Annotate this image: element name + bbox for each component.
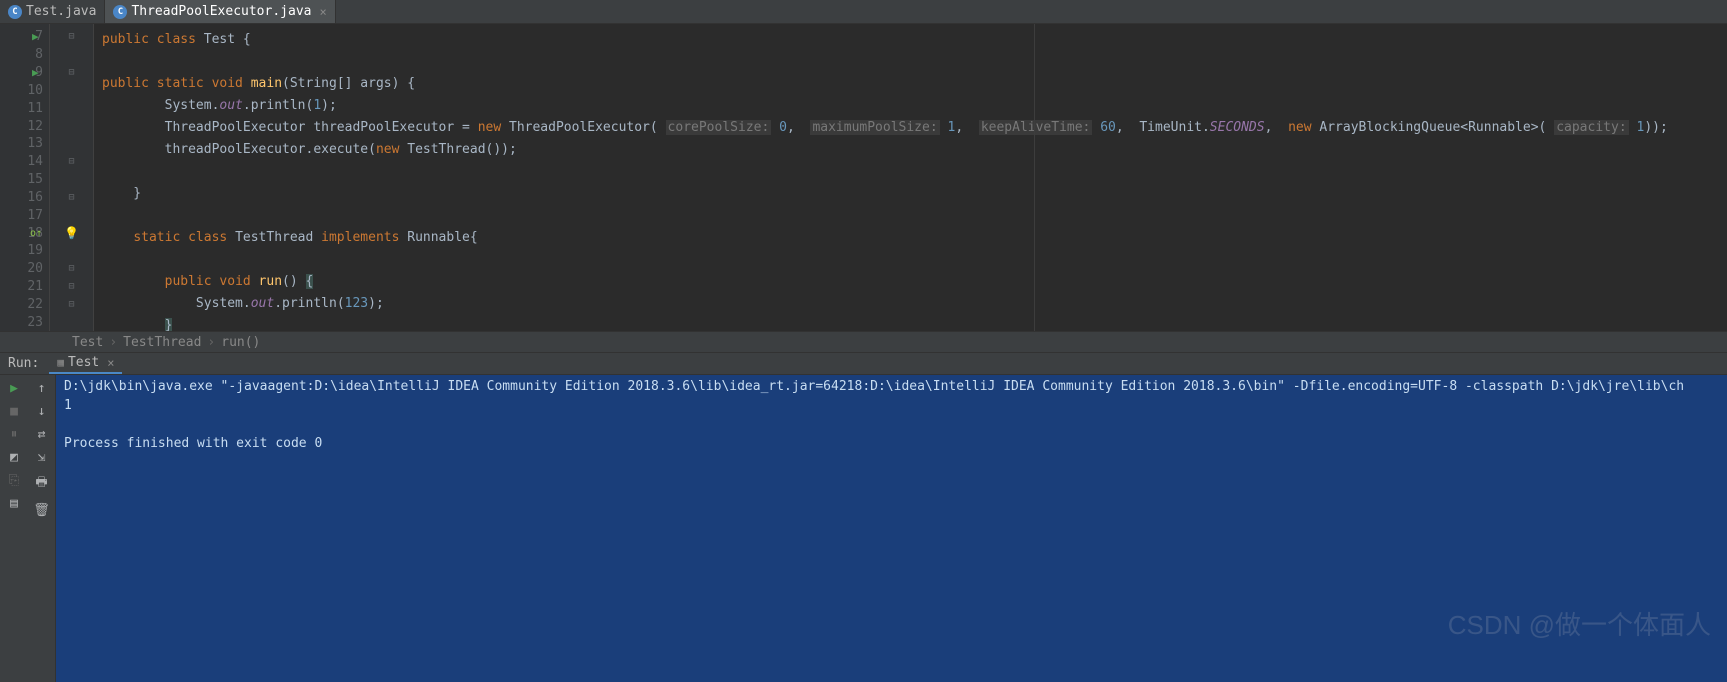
line-number: 23 bbox=[27, 315, 43, 330]
tab-test-java[interactable]: C Test.java bbox=[0, 0, 105, 23]
stop-icon[interactable]: ■ bbox=[10, 404, 18, 419]
scroll-icon[interactable]: ⇲ bbox=[38, 450, 46, 465]
trash-icon[interactable]: 🗑 bbox=[33, 503, 50, 518]
override-icon[interactable]: o↑ bbox=[30, 228, 42, 239]
tab-threadpoolexecutor-java[interactable]: C ThreadPoolExecutor.java × bbox=[105, 0, 335, 23]
run-panel-body: ▶ ■ ⏸ ◩ ⎘ ▤ ↑ ↓ ⇄ ⇲ 🖶 🗑 D:\jdk\bin\java.… bbox=[0, 375, 1727, 682]
run-gutter-icon[interactable]: ▶ bbox=[32, 66, 39, 79]
line-number: 21 bbox=[27, 279, 43, 294]
line-number: 16 bbox=[27, 190, 43, 205]
crumb-test[interactable]: Test bbox=[72, 335, 103, 350]
tab-label: ThreadPoolExecutor.java bbox=[131, 4, 311, 19]
line-number: 10 bbox=[27, 83, 43, 98]
intention-bulb-icon[interactable]: 💡 bbox=[64, 226, 79, 240]
code-area[interactable]: public class Test { public static void m… bbox=[94, 24, 1727, 331]
editor-tabs: C Test.java C ThreadPoolExecutor.java × bbox=[0, 0, 1727, 24]
console-line: D:\jdk\bin\java.exe "-javaagent:D:\idea\… bbox=[64, 379, 1719, 398]
line-number: 8 bbox=[35, 47, 43, 62]
close-icon[interactable]: × bbox=[319, 5, 326, 19]
down-icon[interactable]: ↓ bbox=[38, 404, 46, 419]
line-number: 22 bbox=[27, 297, 43, 312]
pause-icon[interactable]: ⏸ bbox=[11, 427, 18, 442]
print-icon[interactable]: 🖶 bbox=[35, 473, 47, 495]
editor: 7▶ 8 9▶ 10 11 12 13 14 15 16 17 18o↑ 19 … bbox=[0, 24, 1727, 331]
up-icon[interactable]: ↑ bbox=[38, 381, 46, 396]
fold-icon[interactable]: ⊟ bbox=[68, 31, 74, 42]
fold-gutter: ⊟ ⊟ ⊟ ⊟ 💡 ⊟ ⊟ ⊟ bbox=[50, 24, 94, 331]
class-icon: C bbox=[8, 5, 22, 19]
run-tab-test[interactable]: ▦ Test × bbox=[49, 353, 122, 374]
fold-end-icon[interactable]: ⊟ bbox=[68, 281, 74, 292]
line-number: 19 bbox=[27, 243, 43, 258]
tab-label: Test.java bbox=[26, 4, 96, 19]
line-number: 20 bbox=[27, 261, 43, 276]
fold-icon[interactable]: ⊟ bbox=[68, 192, 74, 203]
crumb-testthread[interactable]: TestThread bbox=[123, 335, 201, 350]
run-toolbar-right: ↑ ↓ ⇄ ⇲ 🖶 🗑 bbox=[28, 375, 56, 682]
camera-icon[interactable]: ◩ bbox=[10, 450, 18, 465]
console-output[interactable]: D:\jdk\bin\java.exe "-javaagent:D:\idea\… bbox=[56, 375, 1727, 682]
run-gutter-icon[interactable]: ▶ bbox=[32, 30, 39, 43]
run-panel-header: Run: ▦ Test × bbox=[0, 353, 1727, 375]
console-line: 1 bbox=[64, 398, 1719, 417]
console-line bbox=[64, 417, 1719, 436]
line-number: 12 bbox=[27, 119, 43, 134]
line-number: 17 bbox=[27, 208, 43, 223]
run-toolbar-left: ▶ ■ ⏸ ◩ ⎘ ▤ bbox=[0, 375, 28, 682]
run-label: Run: bbox=[8, 356, 39, 371]
line-number: 13 bbox=[27, 136, 43, 151]
exit-icon[interactable]: ⎘ bbox=[9, 473, 19, 488]
fold-end-icon[interactable]: ⊟ bbox=[68, 156, 74, 167]
right-margin-line bbox=[1034, 24, 1035, 331]
class-icon: C bbox=[113, 5, 127, 19]
wrap-icon[interactable]: ⇄ bbox=[38, 427, 46, 442]
chevron-right-icon: › bbox=[207, 335, 215, 350]
chevron-right-icon: › bbox=[109, 335, 117, 350]
close-icon[interactable]: × bbox=[107, 356, 114, 370]
line-number-gutter: 7▶ 8 9▶ 10 11 12 13 14 15 16 17 18o↑ 19 … bbox=[0, 24, 50, 331]
rerun-icon[interactable]: ▶ bbox=[10, 381, 18, 396]
line-number: 11 bbox=[27, 101, 43, 116]
application-icon: ▦ bbox=[57, 356, 64, 369]
crumb-run[interactable]: run() bbox=[221, 335, 260, 350]
fold-end-icon[interactable]: ⊟ bbox=[68, 299, 74, 310]
fold-end-icon[interactable]: ⊟ bbox=[68, 263, 74, 274]
run-tab-label: Test bbox=[68, 355, 99, 370]
console-line: Process finished with exit code 0 bbox=[64, 436, 1719, 455]
layout-icon[interactable]: ▤ bbox=[10, 496, 18, 511]
breadcrumb: Test › TestThread › run() bbox=[0, 331, 1727, 353]
line-number: 14 bbox=[27, 154, 43, 169]
line-number: 15 bbox=[27, 172, 43, 187]
fold-icon[interactable]: ⊟ bbox=[68, 67, 74, 78]
